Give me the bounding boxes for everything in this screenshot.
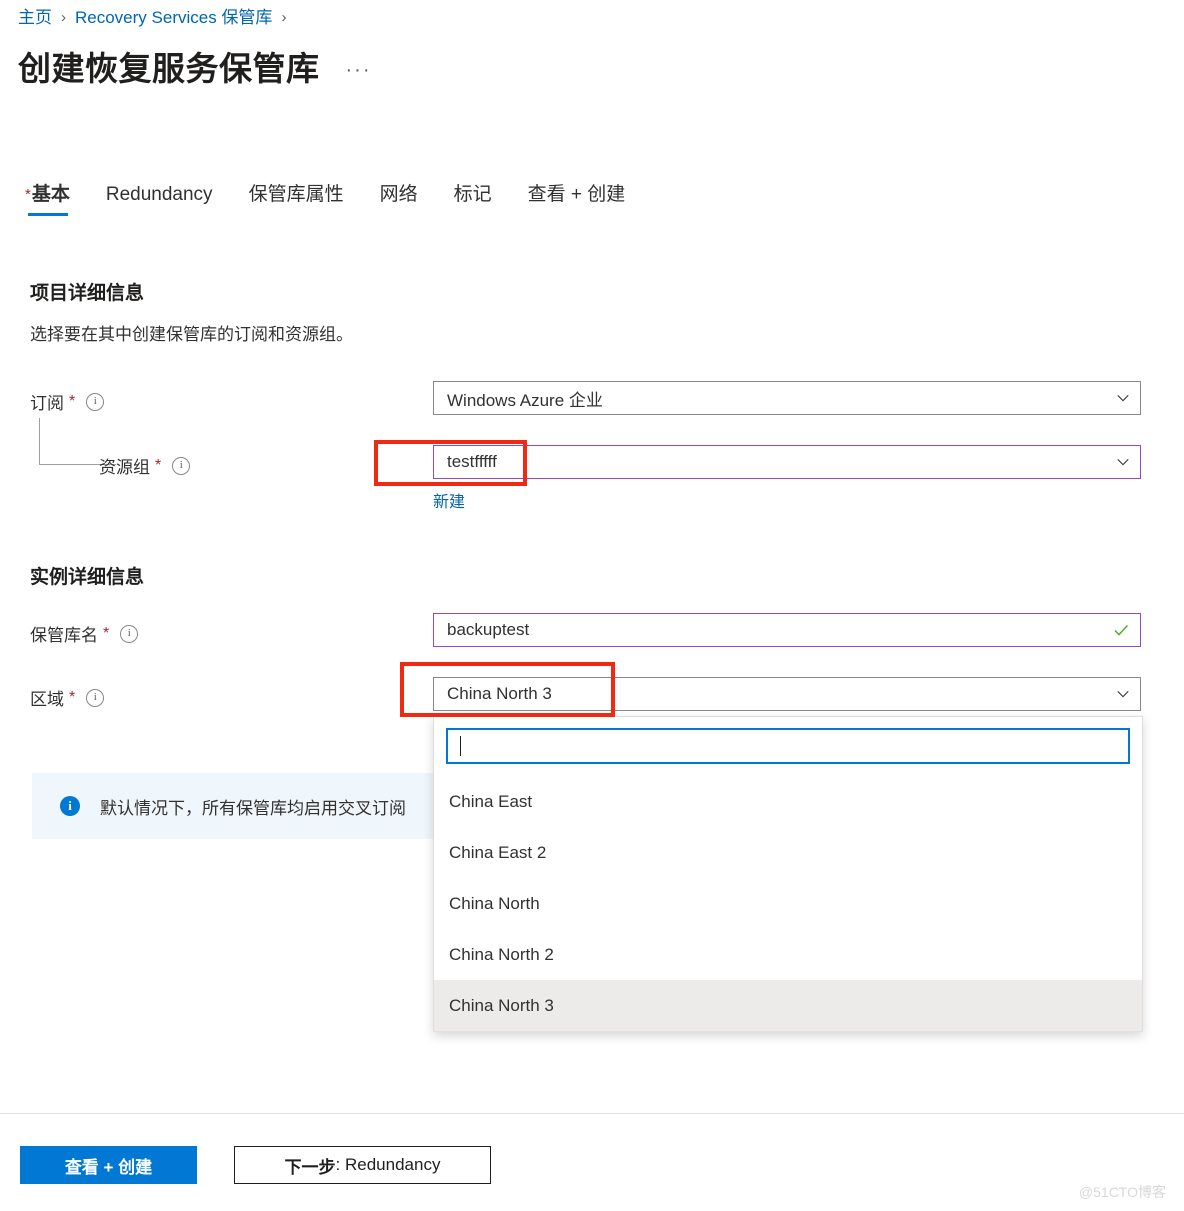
breadcrumb-separator-icon: ›: [281, 9, 287, 26]
chevron-down-icon: [1116, 455, 1130, 469]
tab-review-create[interactable]: 查看 + 创建: [528, 182, 626, 220]
info-banner-text: 默认情况下，所有保管库均启用交叉订阅: [100, 798, 406, 818]
chevron-down-icon: [1116, 687, 1130, 701]
vault-name-value: backuptest: [447, 620, 530, 639]
info-icon[interactable]: [86, 392, 105, 411]
vault-name-required-star: *: [103, 624, 110, 642]
footer-divider: [0, 1113, 1184, 1114]
info-icon[interactable]: [120, 624, 139, 643]
next-redundancy-button[interactable]: 下一步: Redundancy: [234, 1146, 491, 1184]
page-title-row: 创建恢复服务保管库 ···: [18, 48, 371, 90]
region-option-china-north[interactable]: China North: [434, 878, 1142, 929]
project-details-heading: 项目详细信息: [30, 283, 145, 304]
next-button-bold-label: 下一步: [284, 1157, 336, 1177]
resource-group-label-group: 资源组 *: [99, 453, 191, 478]
region-dropdown-panel: China East China East 2 China North Chin…: [433, 716, 1143, 1032]
region-label: 区域: [30, 690, 64, 709]
subscription-label-group: 订阅 *: [30, 389, 105, 414]
project-details-description: 选择要在其中创建保管库的订阅和资源组。: [30, 325, 353, 344]
subscription-required-star: *: [69, 392, 76, 410]
info-circle-icon: i: [60, 796, 80, 816]
tab-redundancy[interactable]: Redundancy: [106, 182, 213, 220]
resource-group-dropdown[interactable]: testfffff: [433, 445, 1141, 479]
breadcrumb-item-home[interactable]: 主页: [18, 6, 52, 30]
valid-check-icon: [1112, 621, 1130, 639]
subscription-label: 订阅: [30, 394, 64, 413]
tab-active-indicator: [28, 213, 68, 216]
region-required-star: *: [69, 688, 76, 706]
tab-basics-label: 基本: [31, 184, 70, 205]
region-dropdown[interactable]: China North 3: [433, 677, 1141, 711]
vault-name-label-group: 保管库名 *: [30, 621, 139, 646]
breadcrumb-separator-icon: ›: [61, 9, 66, 26]
tab-bar: *基本 Redundancy 保管库属性 网络 标记 查看 + 创建: [20, 182, 661, 220]
chevron-down-icon: [1116, 391, 1130, 405]
watermark: @51CTO博客: [1078, 1184, 1166, 1200]
tab-basics[interactable]: *基本: [20, 182, 70, 220]
create-new-resource-group-link[interactable]: 新建: [433, 488, 465, 512]
next-button-rest-label: : Redundancy: [335, 1155, 441, 1174]
info-icon[interactable]: [172, 456, 191, 475]
page-title: 创建恢复服务保管库: [18, 50, 320, 87]
region-option-china-north-2[interactable]: China North 2: [434, 929, 1142, 980]
breadcrumb-item-recovery-services-vaults[interactable]: Recovery Services 保管库: [75, 6, 272, 30]
vault-name-input[interactable]: backuptest: [433, 613, 1141, 647]
tab-tags[interactable]: 标记: [454, 182, 492, 220]
subscription-dropdown[interactable]: Windows Azure 企业: [433, 381, 1141, 415]
tab-networking[interactable]: 网络: [380, 182, 418, 220]
region-value: China North 3: [447, 684, 552, 703]
tab-required-star: *: [25, 186, 31, 203]
vault-name-label: 保管库名: [30, 626, 98, 645]
resource-group-value: testfffff: [447, 452, 497, 471]
info-icon[interactable]: [86, 688, 105, 707]
tab-vault-properties[interactable]: 保管库属性: [249, 182, 344, 220]
instance-details-heading: 实例详细信息: [30, 567, 145, 588]
text-caret: [460, 736, 461, 756]
resource-group-label: 资源组: [99, 458, 150, 477]
region-label-group: 区域 *: [30, 685, 105, 710]
subscription-value: Windows Azure 企业: [447, 390, 603, 410]
more-options-icon[interactable]: ···: [346, 59, 372, 82]
region-option-china-east[interactable]: China East: [434, 776, 1142, 827]
region-option-china-east-2[interactable]: China East 2: [434, 827, 1142, 878]
region-option-china-north-3[interactable]: China North 3: [434, 980, 1142, 1031]
resource-group-required-star: *: [155, 456, 162, 474]
region-search-input[interactable]: [446, 728, 1130, 764]
review-create-button[interactable]: 查看 + 创建: [20, 1146, 197, 1184]
breadcrumb: 主页 › Recovery Services 保管库 ›: [18, 6, 295, 30]
